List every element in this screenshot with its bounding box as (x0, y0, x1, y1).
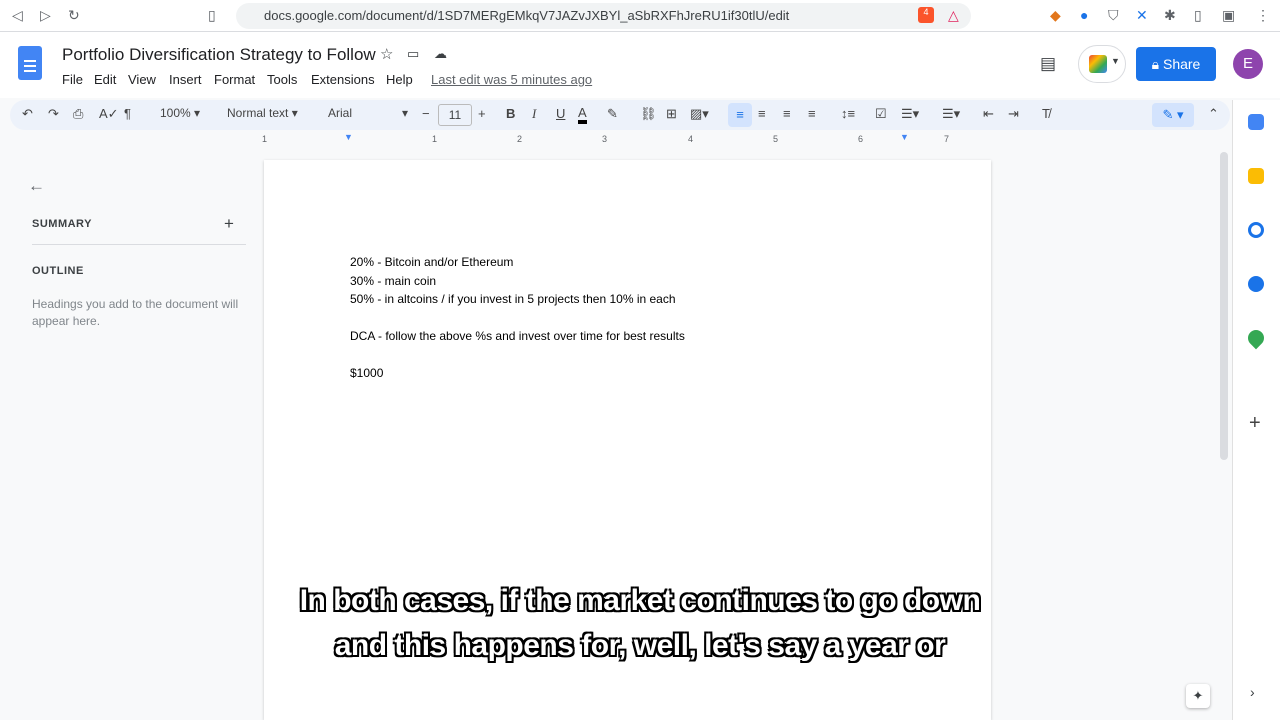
star-icon[interactable]: ☆ (380, 45, 393, 63)
highlight-icon[interactable]: ✎ (607, 106, 618, 122)
editing-mode-button[interactable]: ✎ ▾ (1152, 103, 1194, 127)
lock-icon: 🔒︎ (1151, 56, 1163, 72)
spellcheck-icon[interactable]: A✓ (99, 106, 119, 122)
back-icon[interactable]: ◁ (12, 7, 23, 24)
link-icon[interactable]: ⛓ (640, 106, 657, 122)
document-title[interactable]: Portfolio Diversification Strategy to Fo… (62, 45, 376, 65)
italic-button[interactable]: I (532, 106, 536, 122)
paint-format-icon[interactable]: ¶ (124, 106, 131, 121)
comments-icon[interactable]: ▤ (1040, 54, 1056, 74)
move-folder-icon[interactable]: ▭ (407, 46, 419, 62)
outline-heading: OUTLINE (32, 265, 84, 277)
brave-rewards-icon[interactable]: △ (948, 7, 959, 24)
expand-panel-icon[interactable]: › (1250, 684, 1255, 700)
puzzle-icon[interactable]: ✱ (1164, 7, 1176, 24)
menu-insert[interactable]: Insert (169, 72, 202, 87)
caption-line: In both cases, if the market continues t… (299, 584, 981, 617)
body-line[interactable]: 30% - main coin (350, 274, 436, 288)
clear-formatting-icon[interactable]: T̸ (1042, 106, 1050, 121)
left-indent-marker[interactable]: ▼ (344, 132, 353, 142)
line-spacing-icon[interactable]: ↕≡ (841, 106, 855, 121)
meet-icon (1089, 55, 1107, 73)
brave-shield-icon[interactable]: 4 (918, 7, 934, 23)
scrollbar[interactable] (1220, 152, 1228, 460)
body-line[interactable]: DCA - follow the above %s and invest ove… (350, 329, 685, 343)
checklist-icon[interactable]: ☑ (875, 106, 887, 122)
menu-view[interactable]: View (128, 72, 156, 87)
style-select[interactable]: Normal text ▾ (227, 106, 298, 120)
url-text: docs.google.com/document/d/1SD7MERgEMkqV… (264, 8, 790, 23)
increase-font-size-button[interactable]: + (478, 106, 486, 121)
tasks-icon[interactable] (1248, 222, 1264, 238)
chevron-down-icon: ▼ (1111, 56, 1120, 66)
get-addons-icon[interactable]: + (1249, 412, 1261, 435)
shield-extension-icon[interactable]: ⛉ (1108, 7, 1119, 24)
zoom-select[interactable]: 100% ▾ (160, 106, 200, 120)
share-button[interactable]: 🔒︎ Share (1136, 47, 1216, 81)
forward-icon[interactable]: ▷ (40, 7, 51, 24)
last-edit-link[interactable]: Last edit was 5 minutes ago (431, 72, 592, 87)
body-line[interactable]: 50% - in altcoins / if you invest in 5 p… (350, 292, 676, 306)
print-icon[interactable]: ⎙ (73, 106, 83, 122)
share-label: Share (1162, 56, 1201, 72)
increase-indent-icon[interactable]: ⇥ (1008, 106, 1019, 122)
close-outline-arrow-icon[interactable]: ← (28, 176, 45, 196)
add-summary-icon[interactable]: + (224, 214, 234, 234)
menu-file[interactable]: File (62, 72, 83, 87)
insert-image-icon[interactable]: ▨▾ (690, 106, 709, 122)
docs-logo-icon[interactable] (18, 46, 42, 80)
align-center-icon[interactable]: ≡ (758, 106, 766, 121)
menu-format[interactable]: Format (214, 72, 255, 87)
metamask-icon[interactable]: ◆ (1050, 7, 1061, 24)
add-comment-icon[interactable]: ⊞ (666, 106, 677, 122)
cloud-status-icon[interactable]: ☁ (434, 46, 447, 62)
menu-help[interactable]: Help (386, 72, 413, 87)
outline-hint: Headings you add to the document will ap… (32, 297, 239, 328)
undo-icon[interactable]: ↶ (22, 106, 33, 122)
summary-heading: SUMMARY (32, 218, 92, 230)
meet-button[interactable]: ▼ (1078, 45, 1126, 83)
sidebar-icon[interactable]: ▯ (1194, 7, 1202, 24)
font-size-input[interactable]: 11 (438, 104, 472, 126)
ruler[interactable]: 1 ▼ 1 2 3 4 5 6 ▼ 7 (260, 132, 995, 148)
collapse-menus-icon[interactable]: ⌃ (1208, 106, 1219, 122)
side-panel (1232, 100, 1280, 720)
keep-icon[interactable] (1248, 168, 1264, 184)
justify-icon[interactable]: ≡ (808, 106, 816, 121)
decrease-font-size-button[interactable]: − (422, 106, 430, 121)
body-line[interactable]: 20% - Bitcoin and/or Ethereum (350, 255, 513, 269)
extension-icon[interactable]: ● (1080, 7, 1088, 23)
divider (32, 244, 246, 245)
bookmark-icon[interactable]: ▯ (208, 7, 216, 24)
underline-button[interactable]: U (556, 106, 565, 121)
decrease-indent-icon[interactable]: ⇤ (983, 106, 994, 122)
align-right-icon[interactable]: ≡ (783, 106, 791, 121)
right-indent-marker[interactable]: ▼ (900, 132, 909, 142)
menu-tools[interactable]: Tools (267, 72, 297, 87)
x-extension-icon[interactable]: ✕ (1136, 7, 1148, 24)
align-left-button[interactable]: ≡ (728, 103, 752, 127)
menu-edit[interactable]: Edit (94, 72, 116, 87)
browser-bar: ◁ ▷ ↻ ▯ docs.google.com/document/d/1SD7M… (0, 0, 1280, 32)
text-color-button[interactable]: A (578, 106, 587, 124)
caption-line: and this happens for, well, let's say a … (334, 629, 946, 662)
calendar-icon[interactable] (1248, 114, 1264, 130)
browser-menu-icon[interactable]: ⋮ (1256, 7, 1270, 24)
body-line[interactable]: $1000 (350, 366, 383, 380)
wallet-icon[interactable]: ▣ (1222, 7, 1235, 24)
redo-icon[interactable]: ↷ (48, 106, 59, 122)
contacts-icon[interactable] (1248, 276, 1264, 292)
address-bar[interactable]: docs.google.com/document/d/1SD7MERgEMkqV… (236, 3, 971, 29)
avatar[interactable]: E (1233, 49, 1263, 79)
font-select[interactable]: Arial ▾ (328, 106, 408, 120)
reload-icon[interactable]: ↻ (68, 7, 80, 24)
menu-extensions[interactable]: Extensions (311, 72, 375, 87)
bold-button[interactable]: B (506, 106, 515, 121)
numbered-list-icon[interactable]: ☰▾ (942, 106, 960, 122)
explore-button[interactable]: ✦ (1186, 684, 1210, 708)
bulleted-list-icon[interactable]: ☰▾ (901, 106, 919, 122)
